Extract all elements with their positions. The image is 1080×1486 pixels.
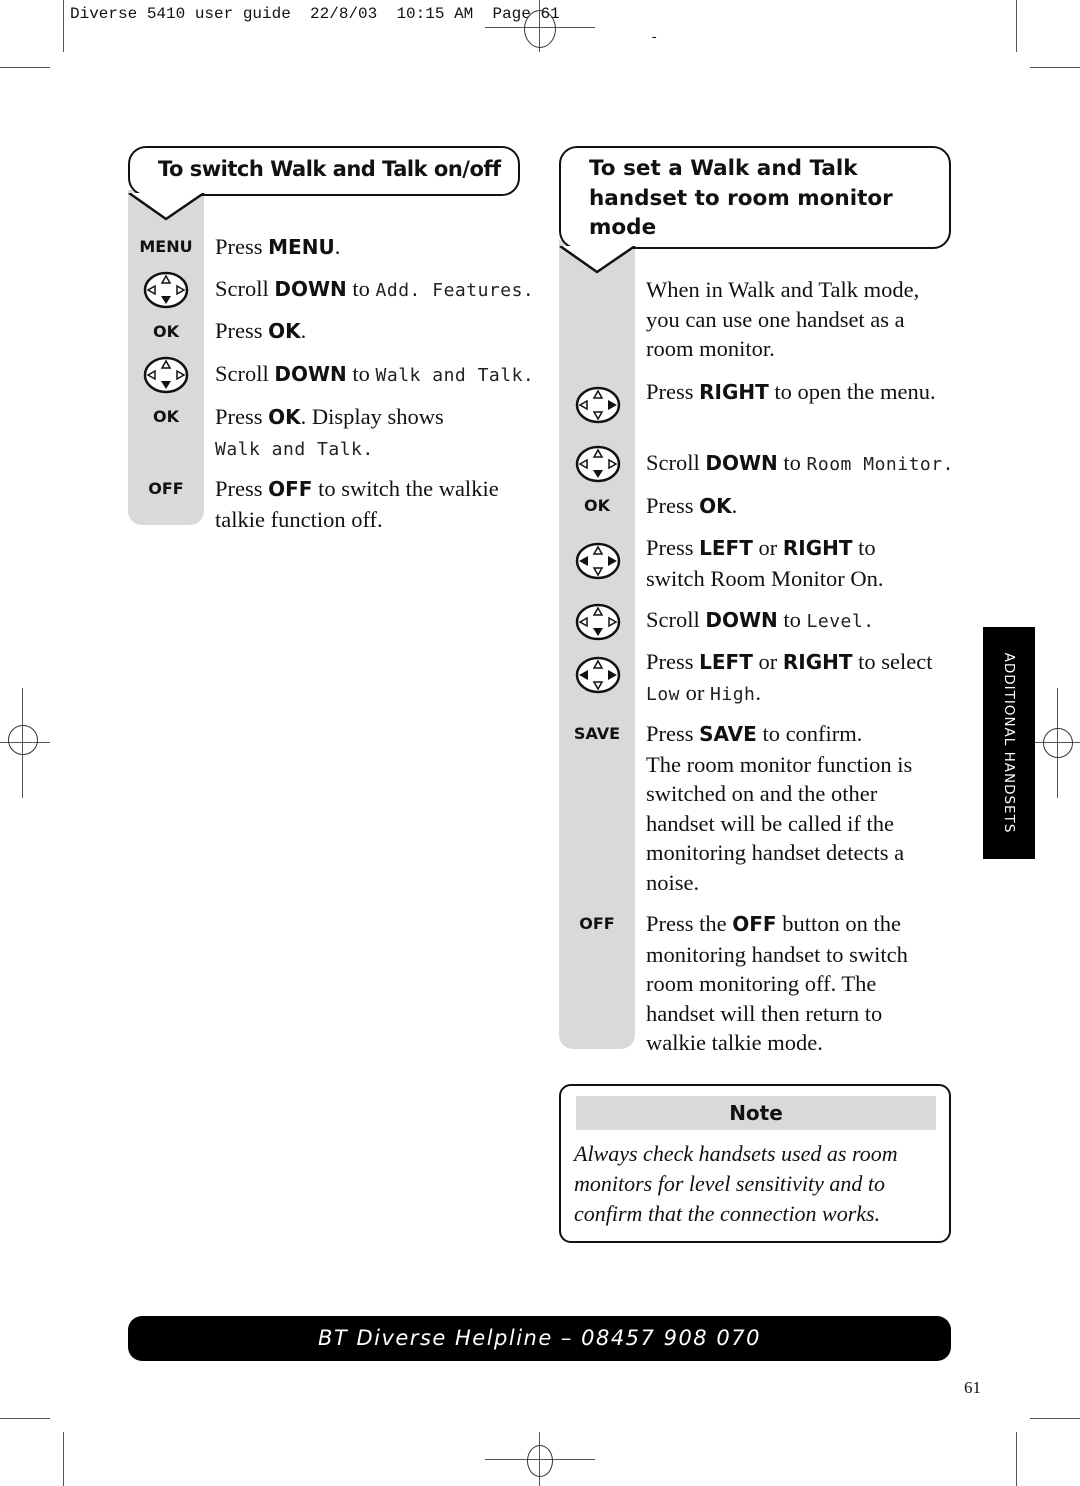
step-scroll-level: Scroll DOWN to Level. xyxy=(646,607,875,632)
section-side-tab: ADDITIONAL HANDSETS xyxy=(983,627,1035,859)
step-select-level: Press LEFT or RIGHT to select Low or High… xyxy=(646,649,933,705)
note-title: Note xyxy=(576,1096,936,1130)
crop-mark xyxy=(1016,0,1017,52)
crop-mark xyxy=(1016,1432,1017,1486)
header-pointer xyxy=(128,193,206,221)
step-scroll-walk-and-talk: Scroll DOWN to Walk and Talk. xyxy=(215,361,535,386)
off-key-label: OFF xyxy=(148,479,184,498)
right-section-header: To set a Walk and Talk handset to room m… xyxy=(559,146,951,249)
left-section-title: To switch Walk and Talk on/off xyxy=(158,157,501,181)
crop-mark xyxy=(63,0,64,52)
step-press-ok-display: Press OK. Display shows Walk and Talk. xyxy=(215,404,444,460)
header-pointer xyxy=(559,246,637,274)
nav-key-left-right-icon xyxy=(575,656,621,694)
step-switch-room-monitor-on: Press LEFT or RIGHT to switch Room Monit… xyxy=(646,535,884,591)
nav-key-left-right-icon xyxy=(575,542,621,580)
side-tab-label: ADDITIONAL HANDSETS xyxy=(1001,652,1017,834)
right-section-title: To set a Walk and Talk handset to room m… xyxy=(589,156,893,240)
save-key-label: SAVE xyxy=(573,724,621,743)
step-press-menu: Press MENU. xyxy=(215,234,341,259)
menu-key-label: MENU xyxy=(139,237,193,256)
note-box: Note Always check handsets used as room … xyxy=(559,1084,951,1243)
nav-key-right-icon xyxy=(575,386,621,424)
crop-mark xyxy=(1030,67,1080,68)
step-press-right: Press RIGHT to open the menu. xyxy=(646,379,936,404)
step-press-save: Press SAVE to confirm. The room monitor f… xyxy=(646,721,913,895)
step-press-ok: Press OK. xyxy=(646,493,738,518)
page-number: 61 xyxy=(964,1378,981,1397)
crop-mark xyxy=(63,1432,64,1486)
step-press-ok: Press OK. xyxy=(215,318,307,343)
left-section-header: To switch Walk and Talk on/off xyxy=(128,146,520,196)
nav-key-down-icon xyxy=(143,356,189,394)
step-press-off: Press OFF to switch the walkie talkie fu… xyxy=(215,476,499,532)
crop-mark xyxy=(0,1418,50,1419)
slug-dash: - xyxy=(650,30,659,46)
crop-mark xyxy=(0,67,50,68)
off-key-label: OFF xyxy=(579,914,615,933)
print-slug: Diverse 5410 user guide 22/8/03 10:15 AM… xyxy=(70,5,560,23)
helpline-banner: BT Diverse Helpline – 08457 908 070 xyxy=(128,1316,951,1361)
ok-key-label: OK xyxy=(153,407,179,426)
step-scroll-add-features: Scroll DOWN to Add. Features. xyxy=(215,276,535,301)
crop-mark xyxy=(1030,1418,1080,1419)
room-monitor-intro: When in Walk and Talk mode, you can use … xyxy=(646,277,920,361)
step-scroll-room-monitor: Scroll DOWN to Room Monitor. xyxy=(646,450,954,475)
ok-key-label: OK xyxy=(584,496,610,515)
note-text: Always check handsets used as room monit… xyxy=(574,1141,898,1226)
nav-key-down-icon xyxy=(143,271,189,309)
nav-key-down-icon xyxy=(575,445,621,483)
step-press-off: Press the OFF button on the monitoring h… xyxy=(646,911,908,1055)
nav-key-down-icon xyxy=(575,603,621,641)
ok-key-label: OK xyxy=(153,322,179,341)
